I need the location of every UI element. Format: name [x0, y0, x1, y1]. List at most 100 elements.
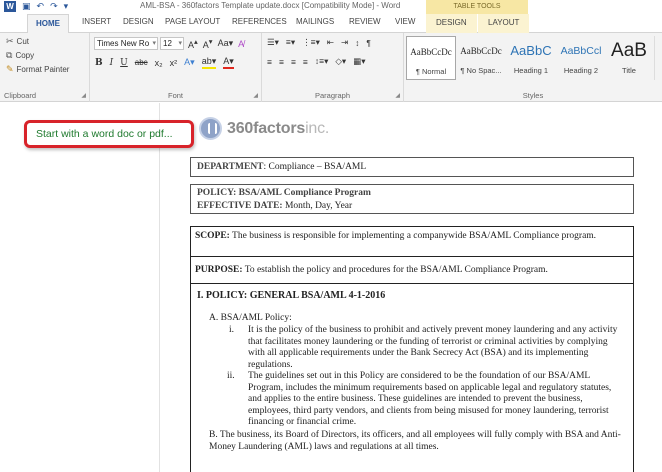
item-b[interactable]: B. The business, its Board of Directors,… — [209, 430, 629, 453]
logo-brand: 360factors — [227, 119, 306, 137]
style-heading-2-sample: AaBbCcl — [560, 45, 602, 57]
shading-icon[interactable]: ◇▾ — [335, 56, 346, 67]
style-normal-name: ¶ Normal — [415, 67, 447, 76]
bold-icon[interactable]: B — [95, 58, 103, 68]
effective-date-label: EFFECTIVE DATE: — [197, 201, 283, 211]
clipboard-launcher-icon[interactable]: ◢ — [81, 92, 86, 99]
undo-icon[interactable]: ↶ — [37, 1, 45, 12]
item-a[interactable]: A. BSA/AML Policy: — [209, 313, 292, 325]
tab-design[interactable]: DESIGN — [123, 17, 154, 26]
superscript-icon[interactable]: x² — [170, 58, 178, 68]
line-spacing-icon[interactable]: ↕≡▾ — [315, 56, 328, 67]
paragraph-group: ☰▾ ≡▾ ⋮≡▾ ⇤ ⇥ ↕ ¶ ≡ ≡ ≡ ≡ ↕≡▾ ◇▾ ▦▾ Para… — [262, 33, 404, 102]
change-case-icon[interactable]: Aa▾ — [218, 38, 234, 49]
tab-review[interactable]: REVIEW — [349, 17, 381, 26]
font-name-dropdown-icon[interactable]: ▾ — [152, 38, 156, 49]
align-left-icon[interactable]: ≡ — [267, 57, 272, 67]
font-name-box[interactable]: Times New Ro ▾ — [94, 37, 158, 50]
justify-icon[interactable]: ≡ — [303, 57, 308, 67]
scope-row[interactable]: SCOPE: The business is responsible for i… — [191, 227, 633, 257]
style-normal[interactable]: AaBbCcDc ¶ Normal — [406, 36, 456, 80]
strikethrough-icon[interactable]: abc — [135, 58, 148, 67]
align-right-icon[interactable]: ≡ — [291, 57, 296, 67]
scope-label: SCOPE: — [195, 231, 230, 241]
style-title-name: Title — [622, 66, 636, 75]
quick-access-toolbar: W ▣ ↶ ↷ ▾ — [4, 1, 68, 12]
policy-content-box: SCOPE: The business is responsible for i… — [190, 226, 634, 472]
format-painter-label: Format Painter — [16, 65, 70, 74]
styles-gallery-scrollbar[interactable] — [654, 36, 662, 80]
style-heading-1-name: Heading 1 — [513, 66, 549, 75]
font-launcher-icon[interactable]: ◢ — [253, 92, 258, 99]
font-format-row: B I U abc x₂ x² A▾ ab▾ A▾ — [95, 56, 234, 69]
tab-insert[interactable]: INSERT — [82, 17, 111, 26]
tab-home[interactable]: HOME — [27, 14, 69, 34]
ribbon: ✂ Cut ⧉ Copy ✎ Format Painter Clipboard … — [0, 33, 662, 102]
borders-icon[interactable]: ▦▾ — [353, 56, 365, 67]
style-heading-2-name: Heading 2 — [563, 66, 599, 75]
left-pane — [0, 103, 160, 472]
font-size-tools: A▴ A▾ Aa▾ A̸ — [188, 37, 244, 50]
bullets-icon[interactable]: ☰▾ — [267, 37, 279, 48]
tab-page-layout[interactable]: PAGE LAYOUT — [165, 17, 220, 26]
font-size-value: 12 — [163, 39, 172, 48]
section-title[interactable]: I. POLICY: GENERAL BSA/AML 4-1-2016 — [197, 290, 385, 301]
format-painter-button[interactable]: ✎ Format Painter — [6, 64, 69, 75]
show-marks-icon[interactable]: ¶ — [366, 38, 371, 48]
item-i-text[interactable]: It is the policy of the business to proh… — [248, 325, 624, 371]
word-logo-icon: W — [4, 1, 16, 12]
align-center-icon[interactable]: ≡ — [279, 57, 284, 67]
italic-icon[interactable]: I — [110, 58, 114, 68]
increase-indent-icon[interactable]: ⇥ — [341, 37, 348, 48]
policy-box[interactable]: POLICY: BSA/AML Compliance Program EFFEC… — [190, 184, 634, 214]
styles-group: AaBbCcDc ¶ Normal AaBbCcDc ¶ No Spac... … — [404, 33, 662, 102]
ribbon-tabs: HOME INSERT DESIGN PAGE LAYOUT REFERENCE… — [0, 14, 662, 34]
paragraph-launcher-icon[interactable]: ◢ — [395, 92, 400, 99]
tab-table-layout[interactable]: LAYOUT — [478, 14, 530, 33]
qat-dropdown-icon[interactable]: ▾ — [64, 1, 69, 12]
style-title[interactable]: AaB Title — [606, 36, 652, 80]
sort-icon[interactable]: ↕ — [355, 38, 359, 48]
item-ii-numeral: ii. — [227, 371, 235, 381]
tab-references[interactable]: REFERENCES — [232, 17, 287, 26]
style-heading-2[interactable]: AaBbCcl Heading 2 — [556, 36, 606, 80]
style-title-sample: AaB — [611, 40, 647, 61]
shrink-font-icon[interactable]: A▾ — [203, 37, 213, 50]
font-size-dropdown-icon[interactable]: ▾ — [178, 38, 182, 49]
tab-view[interactable]: VIEW — [395, 17, 415, 26]
table-tools-label: TABLE TOOLS — [426, 0, 528, 14]
paragraph-align-row: ≡ ≡ ≡ ≡ ↕≡▾ ◇▾ ▦▾ — [267, 56, 365, 67]
redo-icon[interactable]: ↷ — [50, 1, 58, 12]
scissors-icon: ✂ — [6, 36, 14, 46]
purpose-row[interactable]: PURPOSE: To establish the policy and pro… — [191, 258, 633, 284]
numbering-icon[interactable]: ≡▾ — [286, 37, 295, 48]
save-icon[interactable]: ▣ — [22, 1, 31, 12]
cut-button[interactable]: ✂ Cut — [6, 36, 29, 47]
highlight-icon[interactable]: ab▾ — [201, 56, 217, 69]
clear-formatting-icon[interactable]: A̸ — [238, 39, 244, 49]
copy-label: Copy — [15, 51, 35, 60]
copy-button[interactable]: ⧉ Copy — [6, 50, 34, 61]
style-no-spacing-name: ¶ No Spac... — [460, 66, 502, 75]
text-effects-icon[interactable]: A▾ — [184, 57, 195, 68]
company-logo: 360factorsinc. — [199, 117, 329, 140]
paragraph-group-label: Paragraph — [314, 91, 351, 100]
effective-date-value: Month, Day, Year — [282, 201, 353, 211]
grow-font-icon[interactable]: A▴ — [188, 37, 198, 50]
multilevel-list-icon[interactable]: ⋮≡▾ — [302, 37, 320, 48]
decrease-indent-icon[interactable]: ⇤ — [327, 37, 334, 48]
subscript-icon[interactable]: x₂ — [155, 58, 163, 68]
effective-date-line: EFFECTIVE DATE: Month, Day, Year — [197, 200, 627, 213]
department-box[interactable]: DEPARTMENT: Compliance – BSA/AML — [190, 157, 634, 177]
font-size-box[interactable]: 12 ▾ — [160, 37, 184, 50]
style-heading-1[interactable]: AaBbC Heading 1 — [506, 36, 556, 80]
tab-table-design[interactable]: DESIGN — [426, 14, 477, 33]
tab-mailings[interactable]: MAILINGS — [296, 17, 334, 26]
style-no-spacing[interactable]: AaBbCcDc ¶ No Spac... — [456, 36, 506, 80]
callout-annotation: Start with a word doc or pdf... — [24, 120, 194, 148]
underline-icon[interactable]: U — [120, 58, 128, 68]
font-color-icon[interactable]: A▾ — [223, 56, 234, 69]
item-ii-text[interactable]: The guidelines set out in this Policy ar… — [248, 371, 624, 429]
copy-icon: ⧉ — [6, 50, 13, 60]
item-i-numeral: i. — [229, 325, 235, 335]
